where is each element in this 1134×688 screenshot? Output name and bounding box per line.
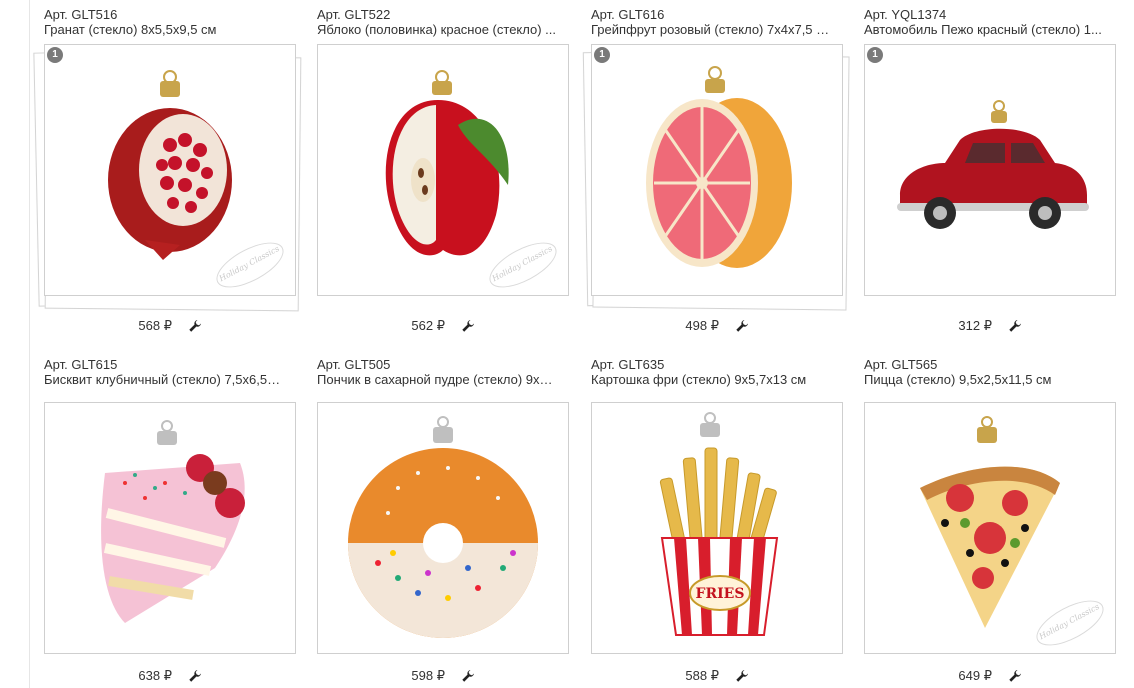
image-stack: 1 [864, 44, 1116, 296]
image-stack [44, 402, 296, 654]
product-sku: Арт. GLT565 [864, 357, 938, 372]
product-sku: Арт. GLT635 [591, 357, 665, 372]
wrench-icon[interactable] [188, 319, 202, 333]
quantity-badge: 1 [47, 47, 63, 63]
image-stack: Holiday Classics [317, 44, 569, 296]
image-stack: Holiday Classics [864, 402, 1116, 654]
product-title[interactable]: Бисквит клубничный (стекло) 7,5х6,5х... [44, 372, 284, 387]
product-card: Арт. GLT505 Пончик в сахарной пудре (сте… [317, 357, 569, 683]
price-row: 638 ₽ [44, 667, 296, 684]
product-title[interactable]: Гранат (стекло) 8х5,5х9,5 см [44, 22, 284, 37]
product-image[interactable]: 1 [864, 44, 1116, 296]
product-image[interactable] [317, 402, 569, 654]
car-ornament-icon [897, 100, 1089, 229]
product-title[interactable]: Пицца (стекло) 9,5х2,5х11,5 см [864, 372, 1104, 387]
price: 498 ₽ [685, 317, 719, 333]
price: 568 ₽ [138, 317, 172, 333]
quantity-badge: 1 [867, 47, 883, 63]
product-title[interactable]: Яблоко (половинка) красное (стекло) ... [317, 22, 557, 37]
wrench-icon[interactable] [461, 319, 475, 333]
product-image[interactable]: Holiday Classics 1 [44, 44, 296, 296]
product-card: Арт. GLT616 Грейпфрут розовый (стекло) 7… [582, 7, 850, 333]
product-title[interactable]: Автомобиль Пежо красный (стекло) 1... [864, 22, 1104, 37]
product-title[interactable]: Грейпфрут розовый (стекло) 7х4х7,5 см [591, 22, 831, 37]
donut-ornament-icon [348, 416, 538, 638]
price-row: 312 ₽ [864, 317, 1116, 334]
product-title[interactable]: Пончик в сахарной пудре (стекло) 9х4... [317, 372, 557, 387]
product-sku: Арт. GLT516 [44, 7, 118, 22]
wrench-icon[interactable] [1008, 669, 1022, 683]
price-row: 598 ₽ [317, 667, 569, 684]
product-sku: Арт. GLT615 [44, 357, 118, 372]
product-sku: Арт. GLT505 [317, 357, 391, 372]
product-sku: Арт. YQL1374 [864, 7, 947, 22]
image-stack [317, 402, 569, 654]
quantity-badge: 1 [594, 47, 610, 63]
product-sku: Арт. GLT616 [591, 7, 665, 22]
price: 588 ₽ [685, 667, 719, 683]
product-image[interactable] [44, 402, 296, 654]
product-title[interactable]: Картошка фри (стекло) 9х5,7х13 см [591, 372, 831, 387]
product-card: Арт. GLT516 Гранат (стекло) 8х5,5х9,5 см… [33, 7, 302, 333]
wrench-icon[interactable] [188, 669, 202, 683]
image-stack: Holiday Classics 1 [33, 44, 302, 312]
product-card: Арт. GLT635 Картошка фри (стекло) 9х5,7х… [591, 357, 843, 683]
wrench-icon[interactable] [461, 669, 475, 683]
product-card: Арт. GLT565 Пицца (стекло) 9,5х2,5х11,5 … [864, 357, 1116, 683]
price: 638 ₽ [138, 667, 172, 683]
price-row: 588 ₽ [591, 667, 843, 684]
price: 649 ₽ [958, 667, 992, 683]
price: 312 ₽ [958, 317, 992, 333]
product-card: Арт. YQL1374 Автомобиль Пежо красный (ст… [864, 7, 1116, 333]
price-row: 562 ₽ [317, 317, 569, 334]
cake-slice-ornament-icon [101, 420, 245, 623]
wrench-icon[interactable] [735, 319, 749, 333]
fries-ornament-icon: FRIES [659, 412, 779, 636]
product-image[interactable]: Holiday Classics [864, 402, 1116, 654]
wrench-icon[interactable] [1008, 319, 1022, 333]
image-stack: 1 [582, 44, 850, 311]
product-card: Арт. GLT522 Яблоко (половинка) красное (… [317, 7, 569, 333]
price: 562 ₽ [411, 317, 445, 333]
price-row: 498 ₽ [591, 317, 843, 334]
price-row: 568 ₽ [44, 317, 296, 334]
product-sku: Арт. GLT522 [317, 7, 391, 22]
wrench-icon[interactable] [735, 669, 749, 683]
grapefruit-ornament-icon [646, 66, 792, 268]
price-row: 649 ₽ [864, 667, 1116, 684]
product-image[interactable]: Holiday Classics [317, 44, 569, 296]
image-stack: FRIES [591, 402, 843, 654]
price: 598 ₽ [411, 667, 445, 683]
product-card: Арт. GLT615 Бисквит клубничный (стекло) … [44, 357, 296, 683]
left-border [29, 0, 30, 688]
fries-label: FRIES [696, 586, 745, 602]
product-image[interactable]: FRIES [591, 402, 843, 654]
product-image[interactable]: 1 [591, 44, 843, 296]
